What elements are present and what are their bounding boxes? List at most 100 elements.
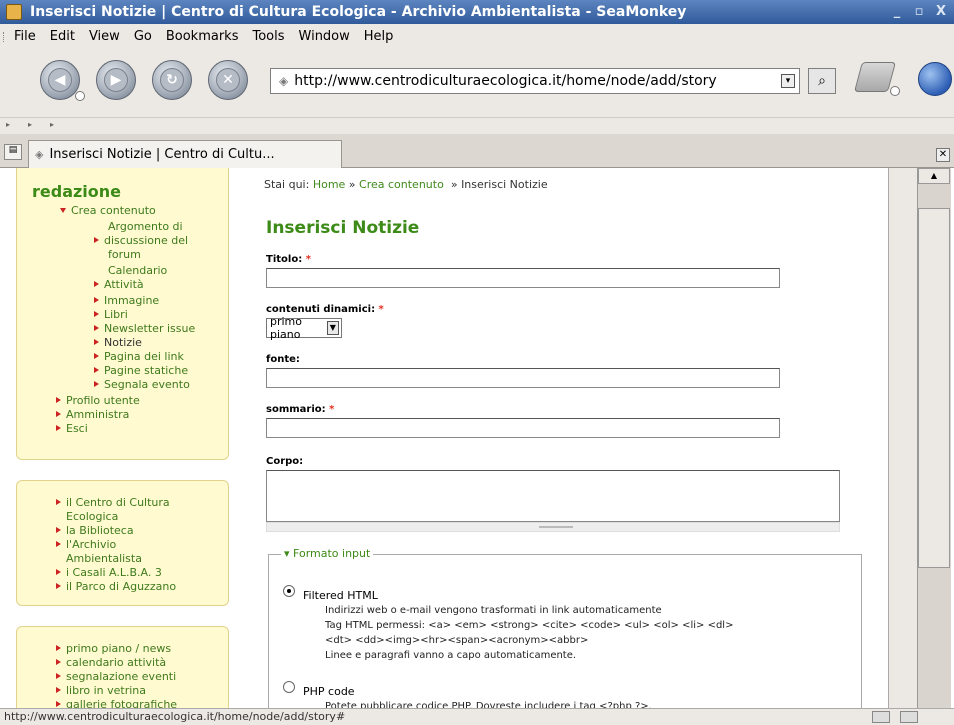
close-tab-button[interactable]: ✕	[936, 148, 950, 162]
page-scrollbar[interactable]: ▲	[888, 168, 951, 708]
menu-go[interactable]: Go	[134, 29, 152, 44]
page-content: redazione Crea contenuto Argomento di di…	[0, 168, 954, 708]
bullet-arrow-icon	[56, 397, 61, 403]
link-parco-aguzzano[interactable]: il Parco di Aguzzano	[56, 580, 176, 593]
menu-calendario-line2[interactable]: Attività	[94, 278, 144, 291]
back-button[interactable]: ◀	[40, 60, 85, 101]
required-marker: *	[329, 404, 335, 415]
menu-calendario-line1[interactable]: Calendario	[108, 264, 167, 277]
menu-notizie[interactable]: Notizie	[94, 336, 142, 349]
reload-button[interactable]: ↻	[152, 60, 192, 100]
back-history-dropdown[interactable]	[75, 91, 85, 101]
reload-icon: ↻	[160, 68, 184, 92]
link-segnalazione-eventi[interactable]: segnalazione eventi	[56, 670, 176, 683]
menu-pagina-link[interactable]: Pagina dei link	[94, 350, 184, 363]
menu-argomento-line2[interactable]: discussione del	[94, 234, 188, 247]
chevron-down-icon[interactable]: ▼	[326, 321, 339, 335]
bullet-arrow-icon	[56, 499, 61, 505]
link-archivio[interactable]: l'Archivio	[56, 538, 116, 551]
breadcrumb-crea-link[interactable]: Crea contenuto	[359, 178, 444, 191]
forward-button[interactable]: ▶	[96, 60, 136, 100]
bullet-arrow-icon	[94, 281, 99, 287]
stop-button[interactable]: ✕	[208, 60, 248, 100]
sommario-input[interactable]	[266, 418, 780, 438]
navigation-toolbar: ◀ ▶ ↻ ✕ ◈ http://www.centrodiculturaecol…	[0, 48, 954, 118]
titolo-input[interactable]	[266, 268, 780, 288]
bullet-arrow-icon	[56, 569, 61, 575]
menu-crea-contenuto[interactable]: Crea contenuto	[60, 204, 156, 217]
new-tab-icon[interactable]: ▤	[4, 144, 22, 160]
stop-icon: ✕	[216, 68, 240, 92]
required-marker: *	[305, 254, 311, 265]
bullet-arrow-icon	[56, 673, 61, 679]
search-button[interactable]: ⌕	[808, 68, 836, 94]
bullet-arrow-icon	[94, 311, 99, 317]
link-centro-cultura-line2[interactable]: Ecologica	[66, 510, 118, 523]
link-libro-vetrina[interactable]: libro in vetrina	[56, 684, 146, 697]
link-calendario-attivita[interactable]: calendario attività	[56, 656, 166, 669]
php-code-radio[interactable]	[283, 681, 295, 693]
menu-edit[interactable]: Edit	[50, 29, 75, 44]
bullet-arrow-icon	[94, 237, 99, 243]
maximize-button[interactable]: ▫	[910, 4, 928, 20]
menu-tools[interactable]: Tools	[252, 29, 284, 44]
resize-grip-icon	[539, 526, 573, 528]
window-title: Inserisci Notizie | Centro di Cultura Ec…	[30, 4, 687, 20]
menu-bookmarks[interactable]: Bookmarks	[166, 29, 239, 44]
seamonkey-throbber-icon[interactable]	[918, 62, 952, 96]
fonte-input[interactable]	[266, 368, 780, 388]
breadcrumb-separator: »	[348, 178, 356, 191]
tab-bar: ▤ ◈ Inserisci Notizie | Centro di Cultu.…	[0, 134, 954, 168]
dinamici-select[interactable]: primo piano ▼	[266, 315, 342, 341]
link-biblioteca[interactable]: la Biblioteca	[56, 524, 134, 537]
filtered-desc-4: Linee e paragrafi vanno a capo automatic…	[325, 650, 577, 661]
link-gallerie-fotografiche[interactable]: gallerie fotografiche	[56, 698, 177, 708]
url-history-dropdown[interactable]: ▾	[781, 74, 795, 88]
menu-amministra[interactable]: Amministra	[56, 408, 129, 421]
menu-help[interactable]: Help	[364, 29, 394, 44]
collapse-grippy-3[interactable]: ▸	[44, 120, 66, 134]
page-icon: ◈	[279, 74, 289, 88]
link-archivio-line2[interactable]: Ambientalista	[66, 552, 142, 565]
menu-segnala-evento[interactable]: Segnala evento	[94, 378, 190, 391]
filtered-html-radio[interactable]	[283, 585, 295, 597]
menu-profilo-utente[interactable]: Profilo utente	[56, 394, 140, 407]
menu-view[interactable]: View	[89, 29, 120, 44]
menu-libri[interactable]: Libri	[94, 308, 128, 321]
url-text[interactable]: http://www.centrodiculturaecologica.it/h…	[294, 73, 781, 89]
filtered-desc-3: <dt> <dd><img><hr><span><acronym><abbr>	[325, 635, 589, 646]
link-primo-piano[interactable]: primo piano / news	[56, 642, 171, 655]
menubar-grip[interactable]	[3, 32, 7, 42]
textarea-resize-handle[interactable]	[266, 522, 840, 532]
collapse-grippy-2[interactable]: ▸	[22, 120, 44, 134]
filtered-desc-1: Indirizzi web o e-mail vengono trasforma…	[325, 605, 662, 616]
status-text: http://www.centrodiculturaecologica.it/h…	[4, 710, 346, 723]
menu-esci[interactable]: Esci	[56, 422, 88, 435]
menu-argomento-line3[interactable]: forum	[108, 248, 141, 261]
menu-pagine-statiche[interactable]: Pagine statiche	[94, 364, 188, 377]
print-dropdown[interactable]	[890, 86, 900, 96]
security-status-icon[interactable]	[900, 711, 918, 723]
collapse-grippy-1[interactable]: ▸	[0, 120, 22, 134]
breadcrumb-home-link[interactable]: Home	[313, 178, 345, 191]
link-centro-cultura[interactable]: il Centro di Cultura	[56, 496, 170, 509]
php-code-label: PHP code	[303, 685, 355, 698]
menu-file[interactable]: File	[14, 29, 36, 44]
tab-active[interactable]: ◈ Inserisci Notizie | Centro di Cultu...	[28, 140, 342, 168]
connection-status-icon[interactable]	[872, 711, 890, 723]
scrollbar-thumb[interactable]	[918, 208, 950, 568]
corpo-textarea[interactable]	[266, 470, 840, 522]
bullet-arrow-icon	[56, 527, 61, 533]
link-casali[interactable]: i Casali A.L.B.A. 3	[56, 566, 162, 579]
menu-window[interactable]: Window	[299, 29, 350, 44]
expanded-arrow-icon	[60, 208, 66, 213]
url-bar[interactable]: ◈ http://www.centrodiculturaecologica.it…	[270, 68, 800, 94]
formato-input-legend[interactable]: ▾ Formato input	[281, 547, 374, 560]
minimize-button[interactable]: _	[888, 4, 906, 20]
menu-argomento-line1[interactable]: Argomento di	[108, 220, 183, 233]
close-window-button[interactable]: X	[932, 4, 950, 20]
menu-newsletter[interactable]: Newsletter issue	[94, 322, 195, 335]
menu-immagine[interactable]: Immagine	[94, 294, 159, 307]
status-bar: http://www.centrodiculturaecologica.it/h…	[0, 708, 954, 725]
scroll-up-arrow-icon[interactable]: ▲	[918, 168, 950, 184]
